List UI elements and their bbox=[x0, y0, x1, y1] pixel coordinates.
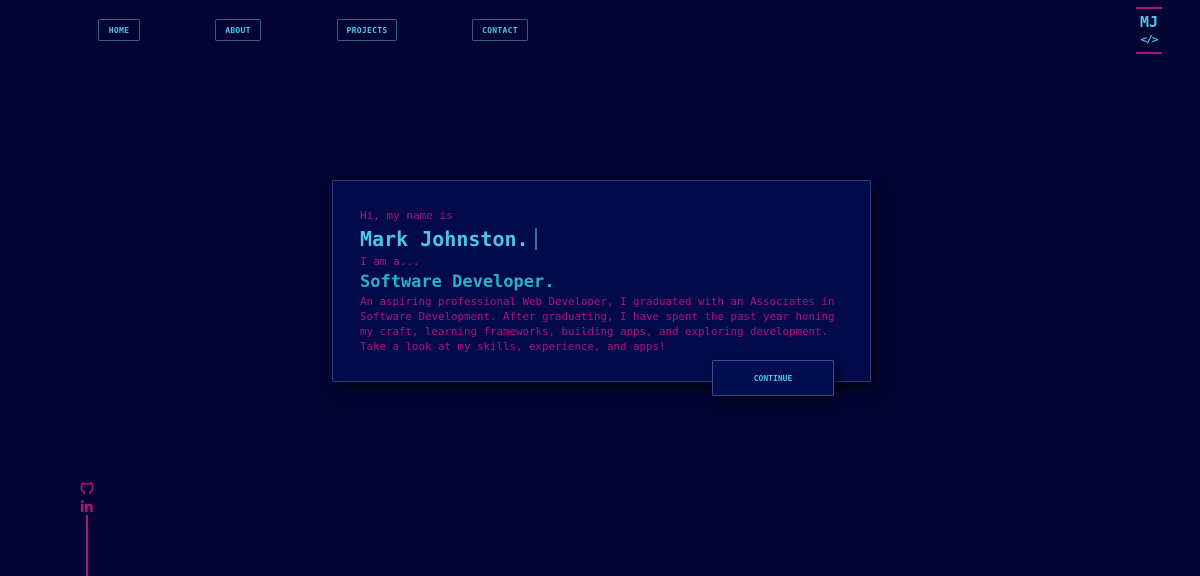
nav-home-button[interactable]: HOME bbox=[98, 19, 140, 41]
page: HOME ABOUT PROJECTS CONTACT MJ </> Hi, m… bbox=[0, 0, 1200, 576]
continue-button[interactable]: CONTINUE bbox=[712, 360, 834, 396]
logo[interactable]: MJ </> bbox=[1136, 7, 1162, 55]
typing-cursor bbox=[534, 228, 537, 250]
greeting-text: Hi, my name is bbox=[360, 209, 453, 222]
logo-top-bar bbox=[1136, 7, 1162, 9]
logo-code-icon: </> bbox=[1140, 33, 1159, 46]
nav-about-button[interactable]: ABOUT bbox=[215, 19, 261, 41]
social-divider-line bbox=[86, 515, 88, 576]
nav-contact-button[interactable]: CONTACT bbox=[472, 19, 528, 41]
linkedin-icon[interactable] bbox=[80, 499, 94, 513]
name-heading: Mark Johnston. bbox=[360, 227, 529, 251]
intro-card: Hi, my name is Mark Johnston. I am a... … bbox=[332, 180, 871, 382]
github-icon[interactable] bbox=[80, 481, 94, 495]
nav-projects-button[interactable]: PROJECTS bbox=[337, 19, 397, 41]
intro-text: I am a... bbox=[360, 255, 420, 268]
logo-initials: MJ bbox=[1139, 13, 1159, 31]
name-line: Mark Johnston. bbox=[360, 226, 537, 252]
description-text: An aspiring professional Web Developer, … bbox=[360, 295, 835, 353]
role-heading: Software Developer. bbox=[360, 272, 555, 292]
logo-bottom-bar bbox=[1136, 52, 1162, 54]
